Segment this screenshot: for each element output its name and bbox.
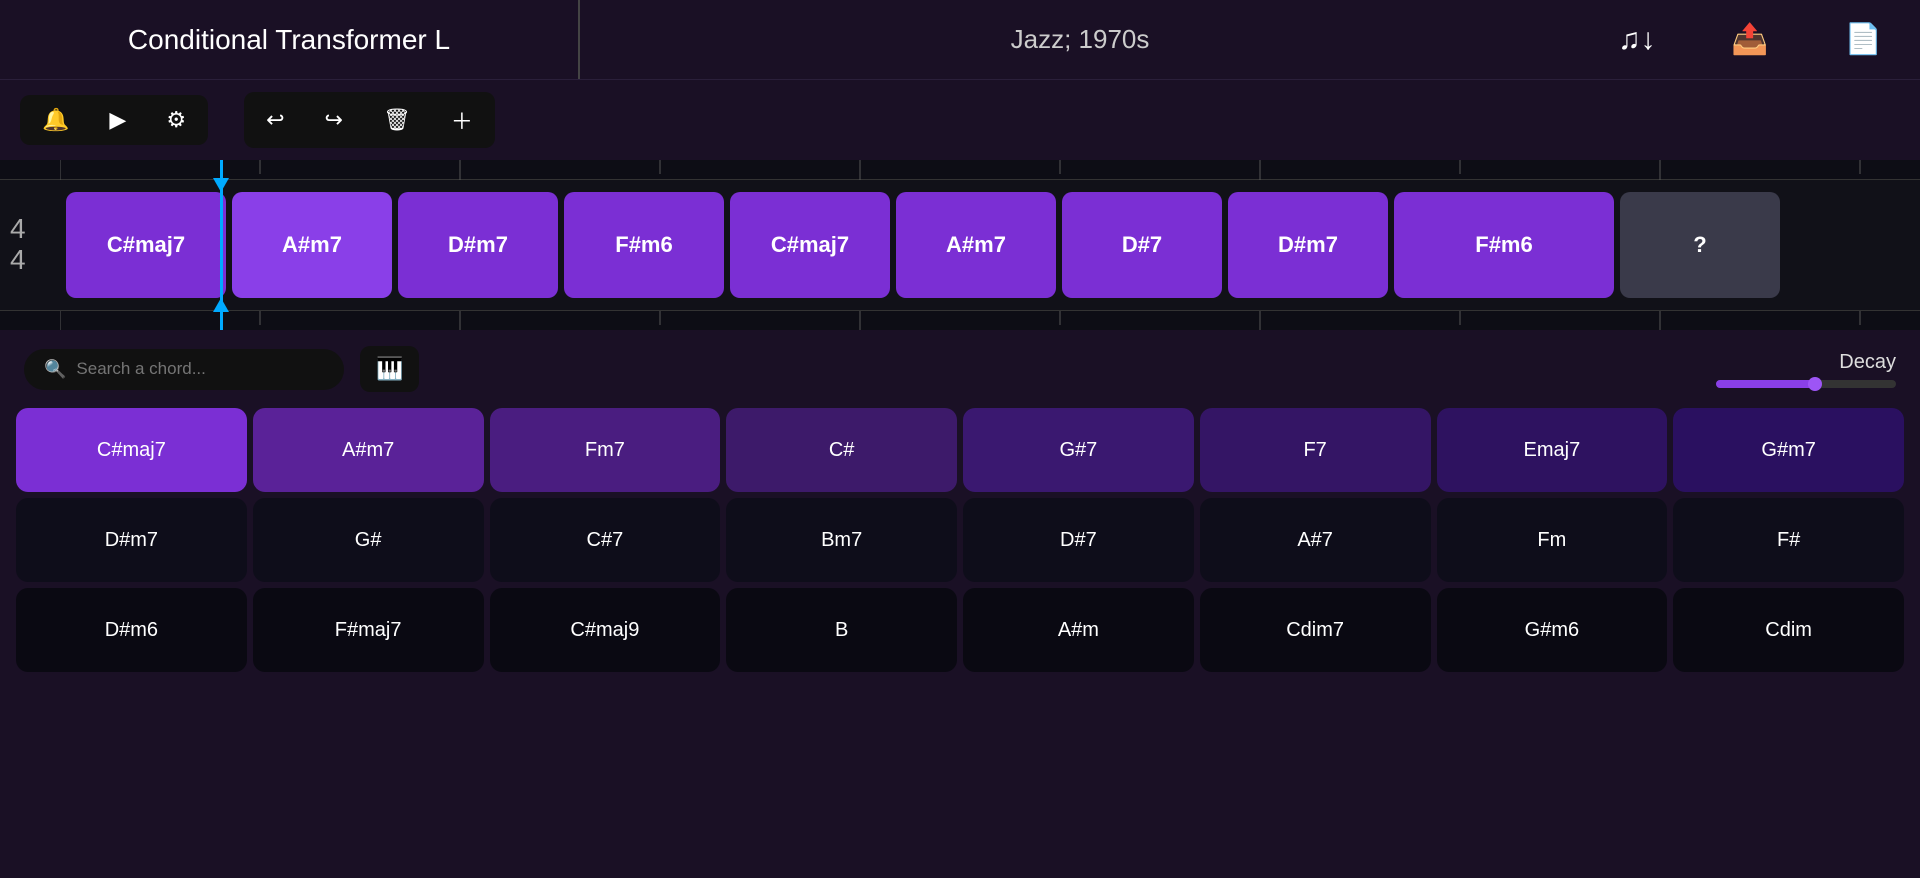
- settings-button[interactable]: ⚙: [148, 99, 204, 141]
- toolbar-group-1: 🔔 ▶ ⚙: [20, 95, 208, 145]
- add-button[interactable]: ＋: [433, 96, 491, 144]
- chord-cell[interactable]: G#: [253, 498, 484, 582]
- chord-cell[interactable]: C#: [726, 408, 957, 492]
- chord-cell[interactable]: A#m7: [253, 408, 484, 492]
- import-music-button[interactable]: ♫↓: [1602, 13, 1672, 67]
- chord-cell[interactable]: Cdim: [1673, 588, 1904, 672]
- chord-grid-row-1: D#m7G#C#7Bm7D#7A#7FmF#: [16, 498, 1904, 582]
- decay-thumb[interactable]: [1808, 377, 1822, 391]
- chord-cell[interactable]: Fm7: [490, 408, 721, 492]
- time-sig-top: 4: [10, 214, 26, 245]
- timeline-chord-row: C#maj7A#m7D#m7F#m6C#maj7A#m7D#7D#m7F#m6?: [60, 180, 1920, 310]
- timeline-chord[interactable]: ?: [1620, 192, 1780, 298]
- app-title: Conditional Transformer L: [0, 0, 580, 79]
- chord-grid-section: C#maj7A#m7Fm7C#G#7F7Emaj7G#m7D#m7G#C#7Bm…: [0, 408, 1920, 682]
- export-button[interactable]: 📤: [1715, 12, 1784, 67]
- chord-cell[interactable]: D#7: [963, 498, 1194, 582]
- chord-cell[interactable]: B: [726, 588, 957, 672]
- timeline-chord[interactable]: D#m7: [398, 192, 558, 298]
- chord-cell[interactable]: F#: [1673, 498, 1904, 582]
- chord-cell[interactable]: Emaj7: [1437, 408, 1668, 492]
- redo-button[interactable]: ↪: [307, 99, 361, 141]
- timeline-chord[interactable]: D#m7: [1228, 192, 1388, 298]
- ruler-top: [0, 160, 1920, 180]
- timeline-chord[interactable]: F#m6: [564, 192, 724, 298]
- search-icon: 🔍: [44, 359, 66, 380]
- chord-grid-row-0: C#maj7A#m7Fm7C#G#7F7Emaj7G#m7: [16, 408, 1904, 492]
- chord-cell[interactable]: Fm: [1437, 498, 1668, 582]
- search-input[interactable]: [76, 359, 324, 379]
- genre-text: Jazz; 1970s: [1011, 24, 1150, 55]
- toolbar: 🔔 ▶ ⚙ ↩ ↪ 🗑 ＋: [0, 80, 1920, 160]
- chord-cell[interactable]: F7: [1200, 408, 1431, 492]
- decay-label: Decay: [1839, 351, 1896, 374]
- chord-cell[interactable]: C#maj9: [490, 588, 721, 672]
- bell-button[interactable]: 🔔: [24, 99, 87, 141]
- chord-cell[interactable]: G#m7: [1673, 408, 1904, 492]
- chord-cell[interactable]: G#m6: [1437, 588, 1668, 672]
- chord-cell[interactable]: Bm7: [726, 498, 957, 582]
- genre-display: Jazz; 1970s: [580, 0, 1580, 79]
- delete-button[interactable]: 🗑: [365, 99, 429, 141]
- undo-button[interactable]: ↩: [248, 99, 302, 141]
- timeline-chord[interactable]: F#m6: [1394, 192, 1614, 298]
- piano-button[interactable]: 🎹: [360, 346, 419, 392]
- chord-cell[interactable]: A#7: [1200, 498, 1431, 582]
- chord-cell[interactable]: D#m7: [16, 498, 247, 582]
- chord-cell[interactable]: F#maj7: [253, 588, 484, 672]
- time-sig-bottom: 4: [10, 245, 26, 276]
- timeline-chord[interactable]: C#maj7: [66, 192, 226, 298]
- chord-grid-row-2: D#m6F#maj7C#maj9BA#mCdim7G#m6Cdim: [16, 588, 1904, 672]
- chord-cell[interactable]: D#m6: [16, 588, 247, 672]
- time-signature: 4 4: [10, 214, 26, 276]
- chord-cell[interactable]: A#m: [963, 588, 1194, 672]
- search-box: 🔍: [24, 349, 344, 390]
- timeline: 4 4 C#maj7A#m7D#m7F#m6C#maj7A#m7D#7D#m7F…: [0, 160, 1920, 330]
- timeline-chord[interactable]: A#m7: [896, 192, 1056, 298]
- decay-fill: [1716, 380, 1815, 388]
- timeline-chord[interactable]: D#7: [1062, 192, 1222, 298]
- ruler-bottom: [0, 310, 1920, 330]
- playhead[interactable]: [220, 160, 223, 330]
- chord-cell[interactable]: G#7: [963, 408, 1194, 492]
- decay-container: Decay: [1716, 351, 1896, 388]
- title-text: Conditional Transformer L: [128, 24, 450, 56]
- header-actions: ♫↓ 📤 📄: [1580, 0, 1920, 79]
- play-button[interactable]: ▶: [91, 99, 144, 141]
- decay-slider[interactable]: [1716, 380, 1896, 388]
- toolbar-group-2: ↩ ↪ 🗑 ＋: [244, 92, 495, 148]
- timeline-chord[interactable]: C#maj7: [730, 192, 890, 298]
- chord-cell[interactable]: C#maj7: [16, 408, 247, 492]
- header: Conditional Transformer L Jazz; 1970s ♫↓…: [0, 0, 1920, 80]
- new-file-button[interactable]: 📄: [1829, 12, 1898, 67]
- controls-row: 🔍 🎹 Decay: [0, 330, 1920, 408]
- chord-cell[interactable]: Cdim7: [1200, 588, 1431, 672]
- timeline-chord[interactable]: A#m7: [232, 192, 392, 298]
- chord-cell[interactable]: C#7: [490, 498, 721, 582]
